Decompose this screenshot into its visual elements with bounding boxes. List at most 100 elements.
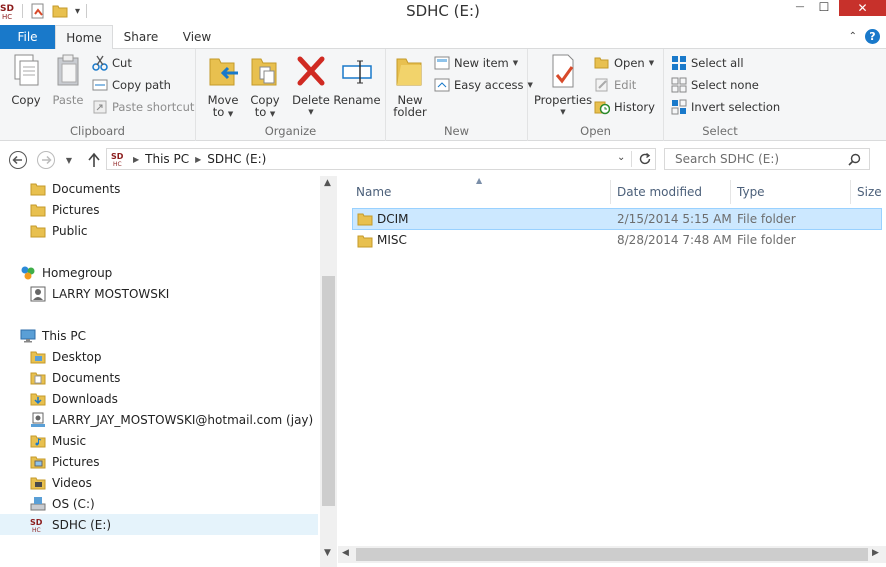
cut-button[interactable]: Cut	[92, 55, 132, 71]
tab-view[interactable]: View	[169, 25, 225, 49]
chevron-right-icon: ▶	[195, 154, 202, 164]
file-list-scroll-thumb[interactable]	[356, 548, 868, 561]
minimize-ribbon-icon[interactable]: ⌃	[849, 31, 857, 42]
up-button[interactable]	[84, 150, 104, 170]
select-all-button[interactable]: Select all	[671, 55, 744, 71]
nav-item-documents[interactable]: Documents	[30, 178, 120, 199]
copy-label: Copy	[11, 93, 41, 107]
paste-button[interactable]: Paste	[48, 53, 88, 106]
column-separator[interactable]	[850, 180, 851, 204]
nav-item-sdhc-e[interactable]: SD HC SDHC (E:)	[0, 514, 318, 535]
nav-item-music[interactable]: Music	[30, 430, 86, 451]
move-to-button[interactable]: Move to ▼	[202, 53, 244, 120]
move-to-icon	[209, 58, 238, 86]
paste-icon	[57, 54, 79, 86]
breadcrumb-drive[interactable]: SDHC (E:)	[207, 152, 266, 166]
file-list-scrollbar[interactable]: ◀ ▶	[338, 546, 886, 563]
rename-button[interactable]: Rename	[333, 53, 381, 106]
nav-item-homegroup[interactable]: Homegroup	[20, 262, 112, 283]
address-bar[interactable]: SD HC ▶ This PC ▶ SDHC (E:) ⌄	[106, 148, 656, 170]
column-header-date[interactable]: Date modified	[617, 180, 702, 204]
copy-path-button[interactable]: Copy path	[92, 77, 171, 93]
organize-group: Move to ▼ Copy to ▼ Delete ▼ Rename Orga…	[196, 49, 386, 141]
table-row[interactable]: MISC 8/28/2014 7:48 AM File folder	[352, 230, 882, 252]
nav-item-pictures-pc[interactable]: Pictures	[30, 451, 100, 472]
nav-item-videos[interactable]: Videos	[30, 472, 92, 493]
tab-home[interactable]: Home	[55, 25, 113, 50]
maximize-button[interactable]: ☐	[811, 0, 837, 14]
scroll-down-icon[interactable]: ▼	[324, 548, 331, 558]
nav-item-label: Pictures	[52, 202, 100, 217]
properties-button[interactable]: Properties ▼	[534, 53, 592, 118]
minimize-button[interactable]: —	[787, 0, 813, 14]
column-header-size[interactable]: Size	[857, 180, 882, 204]
edit-button[interactable]: Edit	[594, 77, 636, 93]
new-folder-button[interactable]: New folder	[390, 53, 430, 118]
invert-selection-icon	[671, 99, 687, 115]
svg-text:SD: SD	[111, 152, 124, 161]
open-folder-icon	[594, 57, 609, 69]
history-button[interactable]: History	[594, 99, 655, 115]
maximize-icon: ☐	[818, 0, 830, 14]
dropdown-caret-icon: ▼	[308, 108, 314, 116]
nav-item-os-c[interactable]: OS (C:)	[30, 493, 95, 514]
folder-icon	[357, 235, 373, 248]
breadcrumb-this-pc[interactable]: This PC	[145, 152, 189, 166]
scroll-left-icon[interactable]: ◀	[342, 548, 349, 558]
copy-button[interactable]: Copy	[6, 53, 46, 106]
nav-item-label: OS (C:)	[52, 496, 95, 511]
back-button[interactable]	[8, 150, 28, 170]
column-header-type[interactable]: Type	[737, 180, 765, 204]
user-icon	[30, 286, 46, 301]
nav-item-this-pc[interactable]: This PC	[20, 325, 86, 346]
edit-icon	[595, 78, 608, 92]
nav-item-desktop[interactable]: Desktop	[30, 346, 102, 367]
nav-item-public[interactable]: Public	[30, 220, 88, 241]
column-separator[interactable]	[610, 180, 611, 204]
nav-item-downloads[interactable]: Downloads	[30, 388, 118, 409]
forward-button[interactable]	[36, 150, 56, 170]
open-group: Properties ▼ Open ▼ Edit History Open	[528, 49, 664, 141]
scroll-up-icon[interactable]: ▲	[324, 178, 331, 188]
address-dropdown-icon[interactable]: ⌄	[617, 152, 625, 163]
recent-locations-button[interactable]: ▼	[62, 150, 76, 170]
sd-card-icon: SDHC	[30, 518, 43, 533]
search-icon[interactable]	[848, 153, 861, 166]
nav-item-label: Videos	[52, 475, 92, 490]
easy-access-button[interactable]: Easy access ▼	[434, 77, 533, 93]
close-button[interactable]: ✕	[839, 0, 886, 16]
search-input[interactable]: Search SDHC (E:)	[664, 148, 870, 170]
column-header-name[interactable]: Name	[356, 180, 391, 204]
nav-item-documents-pc[interactable]: Documents	[30, 367, 120, 388]
delete-button[interactable]: Delete ▼	[292, 53, 330, 118]
nav-item-label: LARRY MOSTOWSKI	[52, 286, 170, 301]
invert-selection-button[interactable]: Invert selection	[671, 99, 780, 115]
help-icon[interactable]: ?	[865, 29, 880, 44]
file-name: DCIM	[377, 212, 409, 226]
minimize-icon: —	[795, 2, 805, 12]
folder-icon	[30, 204, 46, 216]
select-none-button[interactable]: Select none	[671, 77, 759, 93]
forward-arrow-icon	[37, 151, 55, 169]
column-separator[interactable]	[730, 180, 731, 204]
open-button[interactable]: Open ▼	[594, 55, 654, 71]
paste-shortcut-button[interactable]: Paste shortcut	[92, 99, 194, 115]
nav-item-label: Public	[52, 223, 88, 238]
new-item-button[interactable]: New item ▼	[434, 55, 518, 71]
tab-file[interactable]: File	[0, 25, 55, 49]
copy-path-icon	[92, 79, 108, 91]
pictures-folder-icon	[30, 456, 46, 468]
tab-share[interactable]: Share	[113, 25, 169, 49]
address-row: ▼ SD HC ▶ This PC ▶ SDHC (E:) ⌄ Search SD…	[0, 142, 886, 176]
navigation-scroll-thumb[interactable]	[322, 276, 335, 506]
open-group-label: Open	[580, 124, 611, 138]
navigation-scrollbar[interactable]: ▲ ▼	[320, 176, 337, 567]
new-item-icon	[434, 56, 450, 70]
copy-to-button[interactable]: Copy to ▼	[244, 53, 286, 120]
scroll-right-icon[interactable]: ▶	[872, 548, 879, 558]
table-row[interactable]: DCIM 2/15/2014 5:15 AM File folder	[352, 208, 882, 230]
nav-item-pictures[interactable]: Pictures	[30, 199, 100, 220]
nav-item-larry-mostowski[interactable]: LARRY MOSTOWSKI	[30, 283, 169, 304]
nav-item-network-share[interactable]: LARRY_JAY_MOSTOWSKI@hotmail.com (jay)	[30, 409, 313, 430]
refresh-icon[interactable]	[638, 152, 652, 166]
